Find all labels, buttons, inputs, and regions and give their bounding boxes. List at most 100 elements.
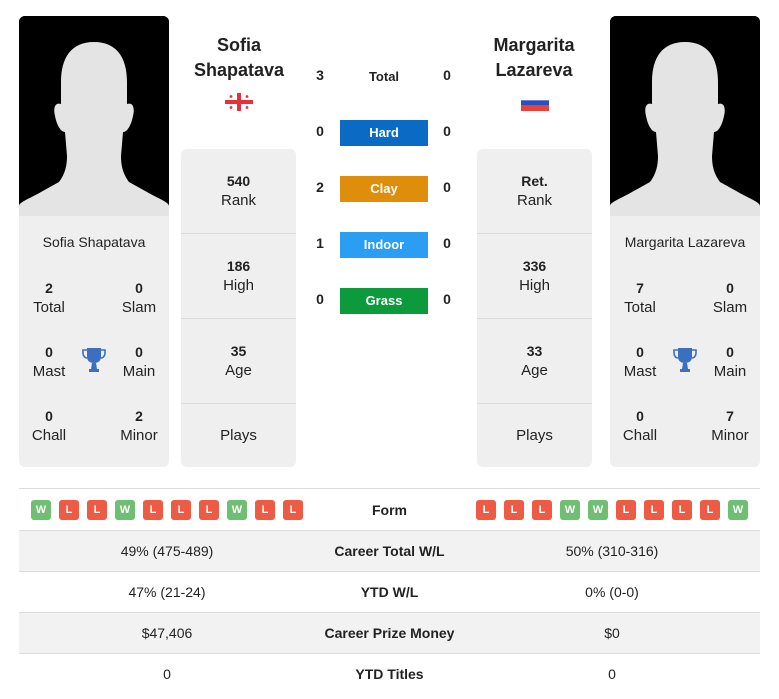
form-result-loss[interactable]: L	[532, 499, 552, 520]
high-value: 186	[226, 258, 251, 274]
surface-grass-badge[interactable]: Grass	[340, 288, 428, 314]
titles-main-label: Main	[122, 363, 156, 380]
surface-indoor-badge[interactable]: Indoor	[340, 232, 428, 258]
high-value: 336	[522, 258, 547, 274]
player2-name[interactable]: Margarita Lazareva	[459, 33, 609, 83]
ytd-titles-label: YTD Titles	[355, 666, 424, 682]
form-result-loss[interactable]: L	[644, 499, 664, 520]
surface-hard-badge[interactable]: Hard	[340, 120, 428, 146]
age-label: Age	[225, 362, 252, 379]
player2-form: LLLWWLLLLW	[464, 499, 760, 520]
age-label: Age	[521, 362, 548, 379]
trophy-icon	[82, 347, 106, 373]
h2h-total-p1: 3	[316, 67, 324, 83]
titles-mast-value: 0	[636, 344, 644, 360]
form-result-loss[interactable]: L	[504, 499, 524, 520]
form-result-loss[interactable]: L	[616, 499, 636, 520]
ytd-wl-p1: 47% (21-24)	[128, 584, 206, 600]
player1-titles-slam: 0 Slam	[109, 278, 169, 318]
player2-high: 336 High	[477, 234, 592, 319]
player2-rank: Ret. Rank	[477, 149, 592, 234]
career-wl-p1: 49% (475-489)	[120, 543, 214, 559]
player2-age: 33 Age	[477, 319, 592, 404]
h2h-indoor-p2: 0	[443, 235, 451, 251]
player2-last-name: Lazareva	[495, 60, 573, 80]
h2h-clay-p2: 0	[443, 179, 451, 195]
rank-value: 540	[226, 173, 251, 189]
titles-mast-label: Mast	[623, 363, 657, 380]
surface-clay-badge[interactable]: Clay	[340, 176, 428, 202]
table-row: 49% (475-489) Career Total W/L 50% (310-…	[19, 530, 760, 571]
h2h-hard-p1: 0	[316, 123, 324, 139]
table-row: 47% (21-24) YTD W/L 0% (0-0)	[19, 571, 760, 612]
high-label: High	[223, 277, 254, 294]
rank-value: Ret.	[521, 173, 548, 189]
form-result-loss[interactable]: L	[255, 499, 275, 520]
russia-flag-icon	[521, 95, 549, 111]
form-label: Form	[372, 501, 407, 518]
player2-titles-mast: 0 Mast	[610, 342, 670, 382]
form-result-loss[interactable]: L	[476, 499, 496, 520]
player2-titles-main: 0 Main	[700, 342, 760, 382]
titles-total-label: Total	[33, 299, 65, 316]
player1-high: 186 High	[181, 234, 296, 319]
titles-minor-label: Minor	[120, 427, 158, 444]
titles-slam-label: Slam	[121, 299, 157, 316]
titles-total-label: Total	[624, 299, 656, 316]
form-row: WLLWLLLWLL Form LLLWWLLLLW	[19, 488, 760, 530]
titles-chall-label: Chall	[31, 427, 67, 444]
player1-name[interactable]: Sofia Shapatava	[164, 33, 314, 83]
trophy-icon	[673, 347, 697, 373]
player1-titles-total: 2 Total	[19, 278, 79, 318]
ytd-titles-p2: 0	[608, 666, 616, 682]
titles-mast-value: 0	[45, 344, 53, 360]
form-result-loss[interactable]: L	[87, 499, 107, 520]
prize-money-p2: $0	[604, 625, 620, 641]
titles-slam-value: 0	[135, 280, 143, 296]
titles-chall-value: 0	[636, 408, 644, 424]
form-result-loss[interactable]: L	[283, 499, 303, 520]
form-result-win[interactable]: W	[728, 499, 748, 520]
plays-label: Plays	[516, 426, 553, 444]
player2-titles-minor: 7 Minor	[700, 406, 760, 446]
ytd-titles-p1: 0	[163, 666, 171, 682]
player2-form-cell: LLLWWLLLLW	[464, 499, 760, 520]
rank-label: Rank	[220, 192, 257, 209]
plays-label: Plays	[220, 426, 257, 444]
titles-minor-value: 2	[135, 408, 143, 424]
form-result-win[interactable]: W	[588, 499, 608, 520]
player2-titles-slam: 0 Slam	[700, 278, 760, 318]
player1-photo[interactable]	[19, 16, 169, 216]
form-result-loss[interactable]: L	[143, 499, 163, 520]
ytd-wl-p2: 0% (0-0)	[585, 584, 639, 600]
titles-slam-label: Slam	[712, 299, 748, 316]
titles-main-value: 0	[726, 344, 734, 360]
player1-full-name[interactable]: Sofia Shapatava	[19, 234, 169, 250]
silhouette-icon	[610, 16, 760, 216]
form-result-loss[interactable]: L	[171, 499, 191, 520]
form-result-win[interactable]: W	[115, 499, 135, 520]
player1-age: 35 Age	[181, 319, 296, 404]
form-result-win[interactable]: W	[560, 499, 580, 520]
player2-titles-chall: 0 Chall	[610, 406, 670, 446]
form-result-loss[interactable]: L	[199, 499, 219, 520]
form-result-win[interactable]: W	[31, 499, 51, 520]
h2h-indoor-p1: 1	[316, 235, 324, 251]
player2-photo[interactable]	[610, 16, 760, 216]
titles-chall-label: Chall	[622, 427, 658, 444]
titles-minor-label: Minor	[711, 427, 749, 444]
player2-full-name[interactable]: Margarita Lazareva	[610, 234, 760, 250]
form-result-loss[interactable]: L	[59, 499, 79, 520]
player1-titles-mast: 0 Mast	[19, 342, 79, 382]
form-result-loss[interactable]: L	[700, 499, 720, 520]
titles-total-value: 7	[636, 280, 644, 296]
form-result-win[interactable]: W	[227, 499, 247, 520]
form-result-loss[interactable]: L	[672, 499, 692, 520]
prize-money-label: Career Prize Money	[324, 625, 455, 641]
h2h-grass-p1: 0	[316, 291, 324, 307]
prize-money-p1: $47,406	[141, 625, 193, 641]
comparison-table: WLLWLLLWLL Form LLLWWLLLLW 49% (475-489)…	[19, 488, 760, 694]
h2h-total-label: Total	[368, 69, 400, 84]
player1-last-name: Shapatava	[193, 60, 285, 80]
career-wl-label: Career Total W/L	[334, 543, 445, 559]
